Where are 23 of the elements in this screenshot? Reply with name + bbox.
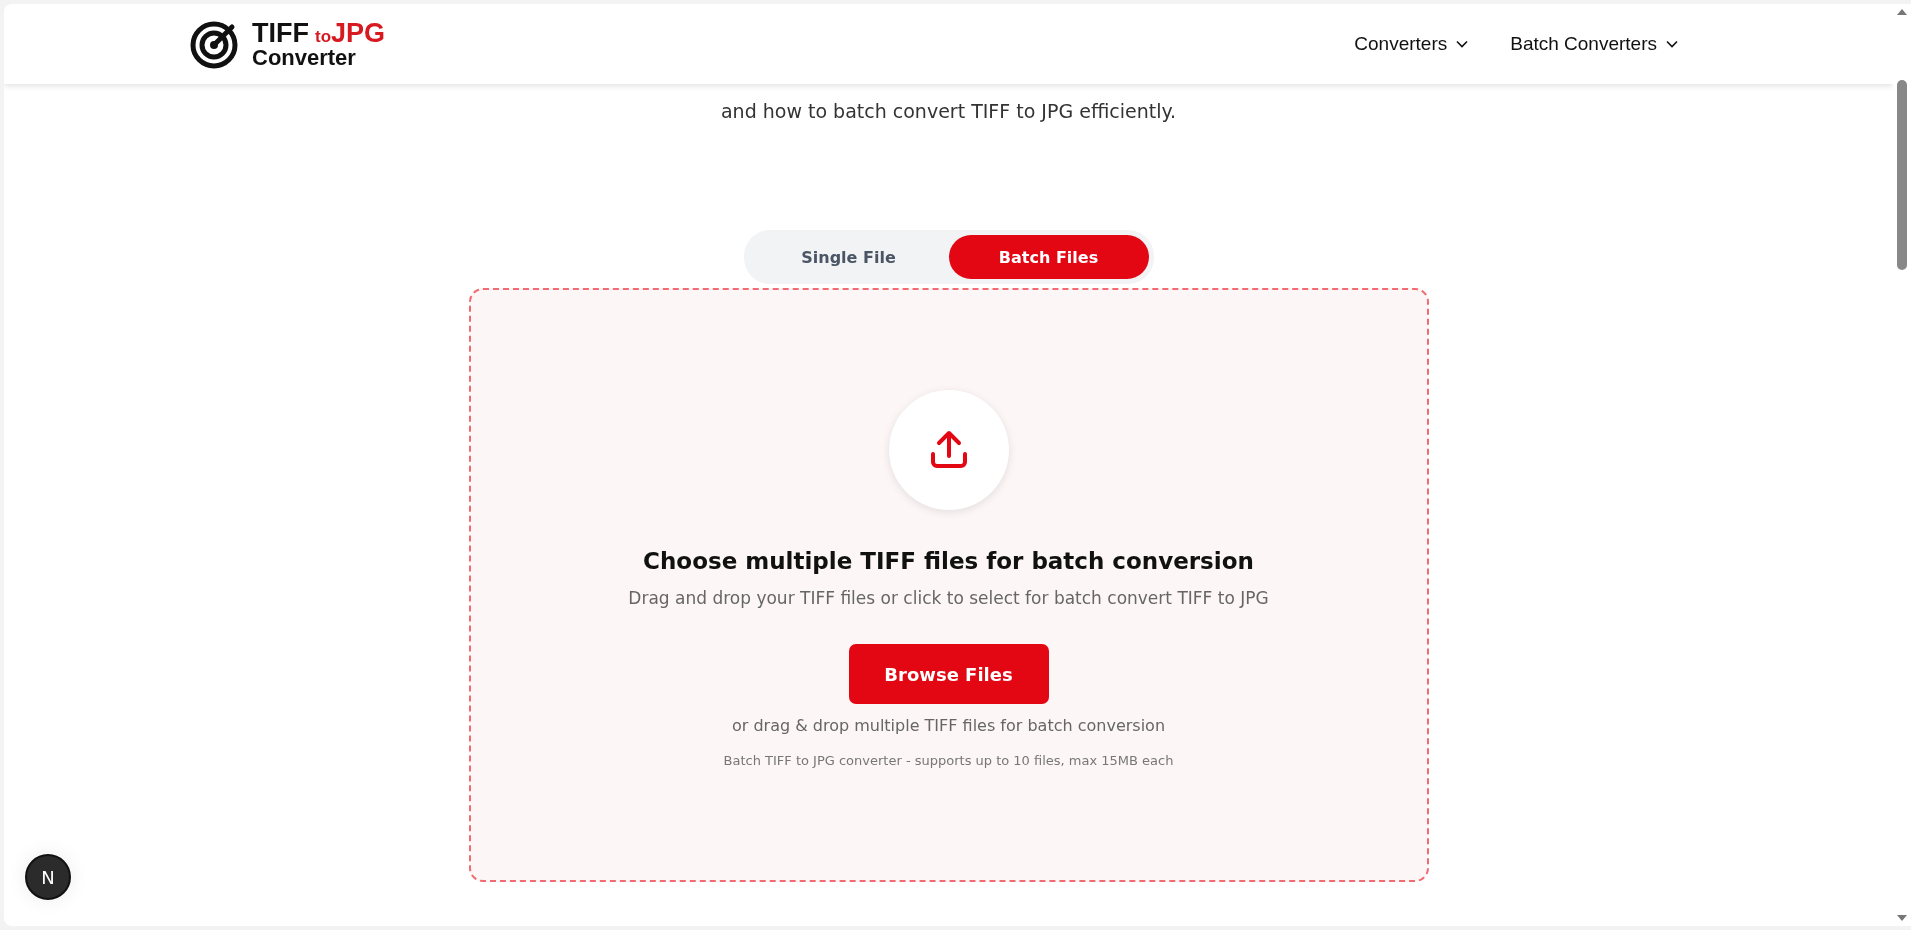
browse-files-button[interactable]: Browse Files xyxy=(848,644,1049,704)
intro-text: and how to batch convert TIFF to JPG efficiently. xyxy=(720,100,1176,122)
target-icon xyxy=(190,19,240,69)
limits-note: Batch TIFF to JPG converter - supports up to 10 files, max 15MB each xyxy=(723,753,1174,768)
logo-text: Converter xyxy=(252,46,357,69)
logo-text: JPG xyxy=(331,19,386,47)
dropzone-hint: or drag & drop multiple TIFF files for batch conversion xyxy=(731,716,1166,735)
chevron-down-icon xyxy=(1666,40,1678,48)
dev-badge[interactable]: N xyxy=(25,854,71,900)
dropzone-subtitle: Drag and drop your TIFF files or click to select for batch convert TIFF to JPG xyxy=(628,588,1269,608)
logo-text: TIFF xyxy=(252,19,309,47)
nav-menu[interactable]: Converters xyxy=(1354,33,1469,55)
tab[interactable]: Single File xyxy=(748,235,949,279)
dropzone[interactable] xyxy=(468,288,1429,882)
tab[interactable]: Batch Files xyxy=(948,235,1149,279)
scrollbar[interactable] xyxy=(1893,4,1911,926)
dropzone-title: Choose multiple TIFF files for batch conversion xyxy=(643,548,1254,574)
scrollbar-thumb[interactable] xyxy=(1897,80,1907,270)
nav-menu[interactable]: Batch Converters xyxy=(1510,33,1678,55)
scroll-down-icon[interactable] xyxy=(1896,914,1908,922)
logo-text: to xyxy=(315,27,332,45)
scroll-up-icon[interactable] xyxy=(1896,8,1908,16)
chevron-down-icon xyxy=(1456,40,1469,48)
